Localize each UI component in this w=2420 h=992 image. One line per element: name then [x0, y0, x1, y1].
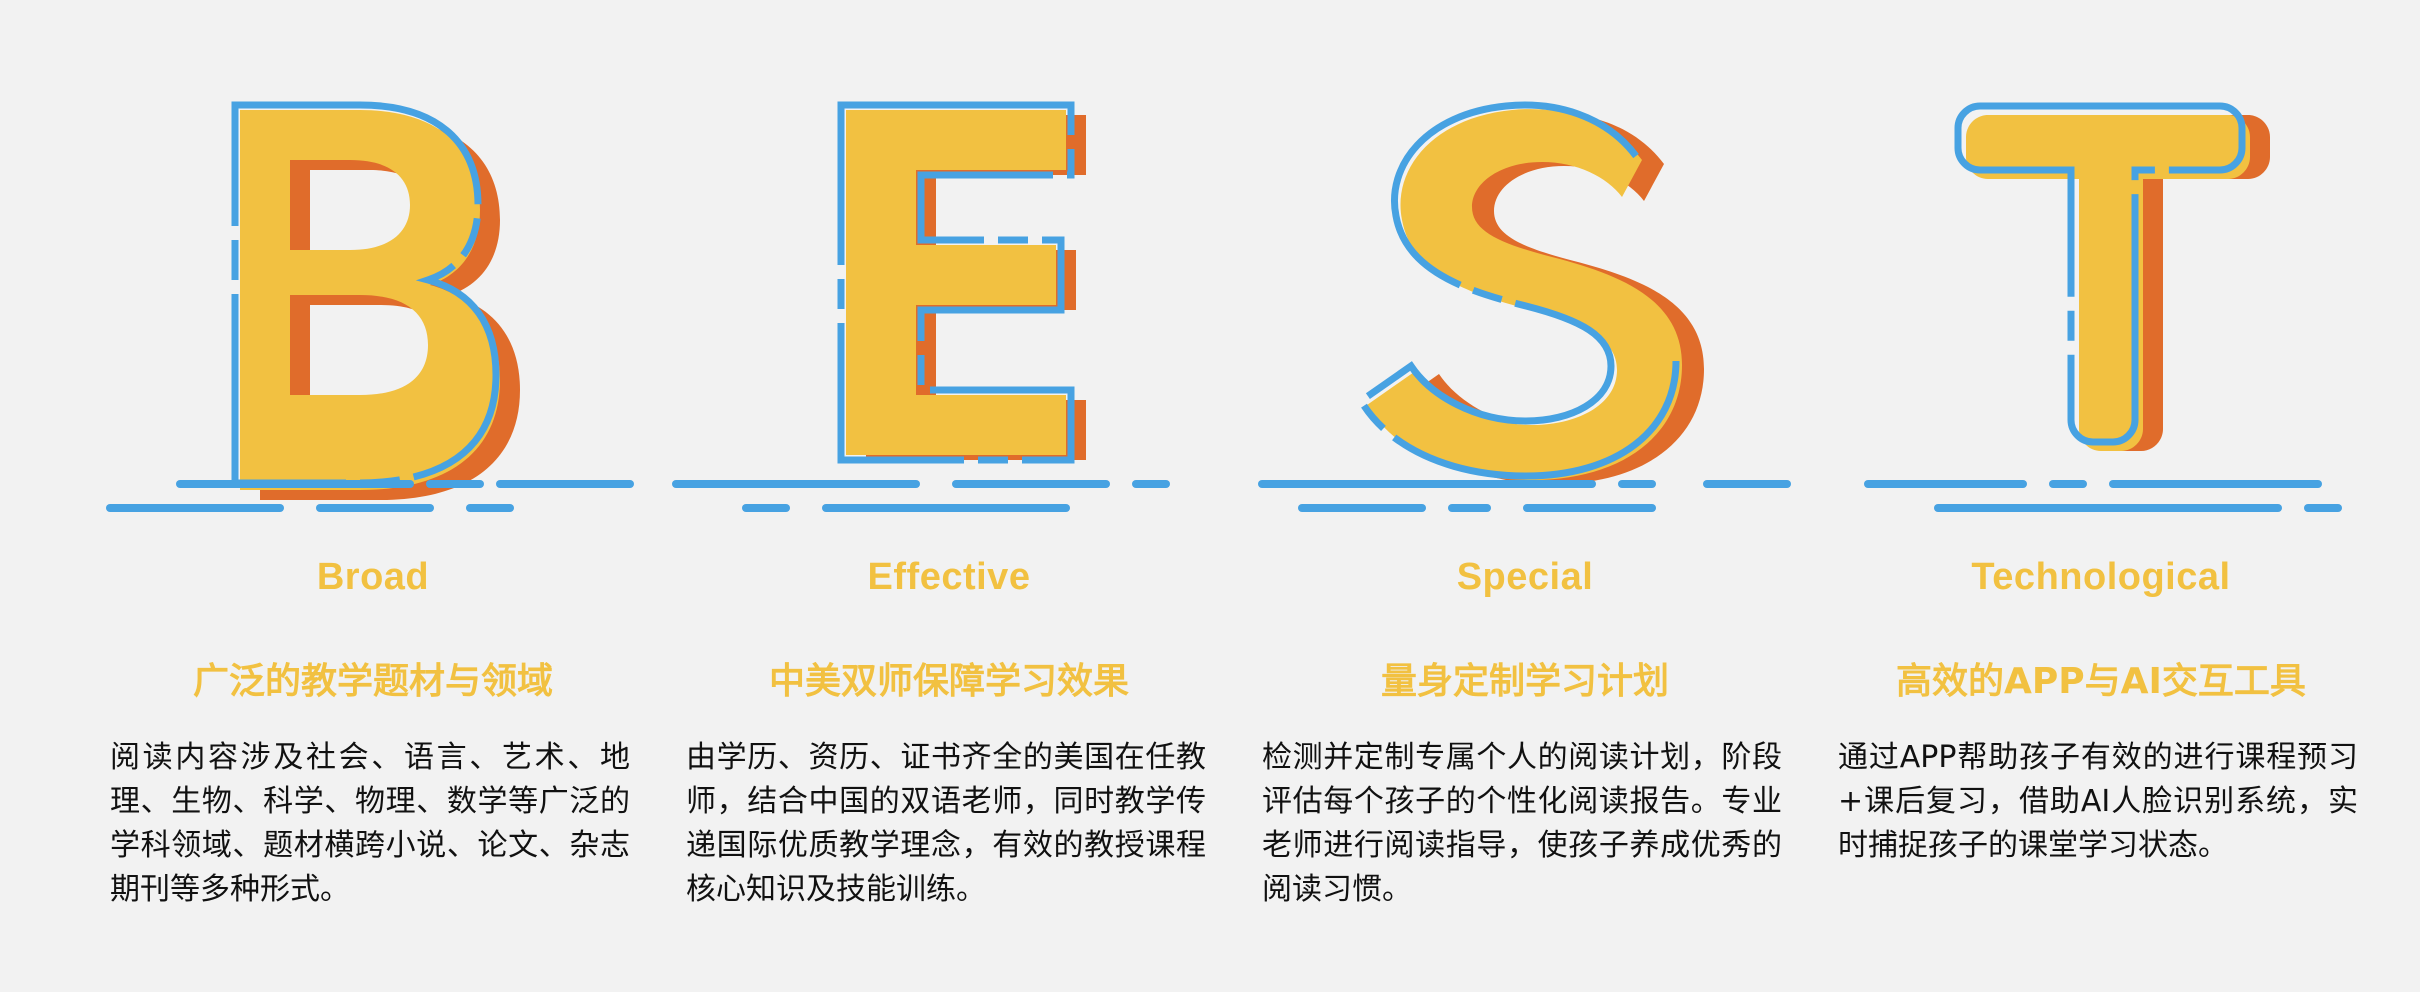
- letter-t-icon: [1864, 102, 2342, 512]
- letter-s-icon: [1258, 101, 1791, 512]
- feature-description: 通过APP帮助孩子有效的进行课程预习+课后复习，借助AI人脸识别系统，实时捕捉孩…: [1838, 740, 2358, 863]
- letter-b-graphic: [90, 80, 666, 540]
- feature-english-title: Technological: [1971, 556, 2231, 598]
- best-features-page: Broad 广泛的教学题材与领域 阅读内容涉及社会、语言、艺术、地理、生物、科学…: [0, 0, 2420, 992]
- feature-description: 由学历、资历、证书齐全的美国在任教师，结合中国的双语老师，同时教学传递国际优质教…: [686, 740, 1206, 907]
- letter-t-graphic: [1818, 80, 2394, 540]
- feature-english-title: Effective: [867, 556, 1031, 598]
- feature-description: 检测并定制专属个人的阅读计划，阶段评估每个孩子的个性化阅读报告。专业老师进行阅读…: [1262, 740, 1782, 907]
- letter-s-graphic: [1242, 80, 1818, 540]
- feature-column-special: Special 量身定制学习计划 检测并定制专属个人的阅读计划，阶段评估每个孩子…: [1242, 0, 1818, 992]
- feature-chinese-title: 量身定制学习计划: [1380, 661, 1669, 702]
- feature-english-title: Special: [1456, 556, 1594, 598]
- feature-column-technological: Technological 高效的APP与AI交互工具 通过APP帮助孩子有效的…: [1818, 0, 2394, 992]
- letter-e-graphic: [666, 80, 1242, 540]
- feature-chinese-title: 中美双师保障学习效果: [768, 661, 1129, 702]
- feature-column-broad: Broad 广泛的教学题材与领域 阅读内容涉及社会、语言、艺术、地理、生物、科学…: [90, 0, 666, 992]
- feature-column-effective: Effective 中美双师保障学习效果 由学历、资历、证书齐全的美国在任教师，…: [666, 0, 1242, 992]
- letter-b-icon: [106, 101, 634, 512]
- feature-english-title: Broad: [316, 556, 430, 598]
- feature-description: 阅读内容涉及社会、语言、艺术、地理、生物、科学、物理、数学等广泛的学科领域、题材…: [110, 740, 630, 907]
- feature-chinese-title: 高效的APP与AI交互工具: [1896, 661, 2306, 702]
- letter-e-icon: [672, 101, 1170, 512]
- feature-chinese-title: 广泛的教学题材与领域: [192, 661, 553, 702]
